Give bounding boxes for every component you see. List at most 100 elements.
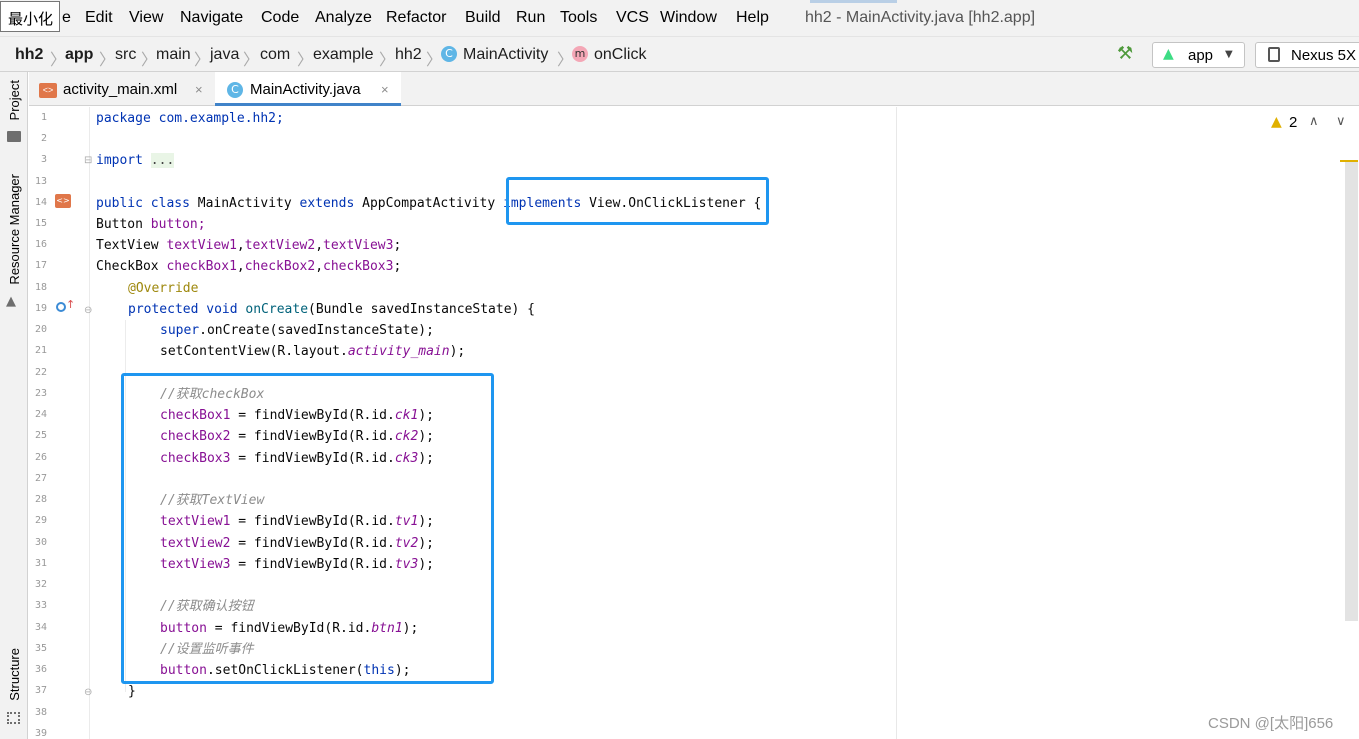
breadcrumb-main[interactable]: main xyxy=(156,46,191,64)
menu-vcs[interactable]: VCS xyxy=(616,9,649,27)
implements-highlight-box xyxy=(506,177,769,225)
close-icon[interactable]: × xyxy=(195,82,203,97)
line-number: 24 xyxy=(34,409,47,420)
line-number: 27 xyxy=(34,473,47,484)
breadcrumb-separator-icon: 〉 xyxy=(297,50,314,69)
line-number: 15 xyxy=(34,218,47,229)
minimize-tooltip: 最小化 xyxy=(0,1,61,32)
layout-file-gutter-icon[interactable]: <> xyxy=(55,194,71,208)
arrow-up-icon: ↑ xyxy=(66,298,76,311)
line-number: 3 xyxy=(40,154,47,165)
structure-tool-button[interactable]: Structure xyxy=(7,648,22,701)
breadcrumb-separator-icon: 〉 xyxy=(50,50,67,69)
menu-help[interactable]: Help xyxy=(736,9,769,27)
line-number: 19 xyxy=(34,303,47,314)
code-line: @Override xyxy=(128,281,199,296)
xml-file-icon: <> xyxy=(39,83,57,98)
resource-manager-icon[interactable]: ▲ xyxy=(6,294,16,309)
code-line: CheckBox checkBox1,checkBox2,checkBox3; xyxy=(96,259,402,274)
code-editor[interactable]: package com.example.hh2; import ... publ… xyxy=(96,107,896,739)
breadcrumb-separator-icon: 〉 xyxy=(557,50,574,69)
resource-manager-tool-button[interactable]: Resource Manager xyxy=(7,174,22,285)
fold-icon[interactable]: ⊖ xyxy=(84,687,92,698)
breadcrumb-example[interactable]: example xyxy=(313,46,373,64)
class-icon: C xyxy=(227,82,243,98)
line-number: 17 xyxy=(34,260,47,271)
tab-label: activity_main.xml xyxy=(63,81,178,98)
code-line: } xyxy=(128,684,136,699)
build-hammer-icon[interactable]: ⚒ xyxy=(1117,43,1133,64)
line-number: 32 xyxy=(34,579,47,590)
fold-icon[interactable]: ⊟ xyxy=(84,155,92,166)
right-margin-line xyxy=(896,107,897,739)
menu-analyze[interactable]: Analyze xyxy=(315,9,372,27)
breadcrumb-separator-icon: 〉 xyxy=(99,50,116,69)
menu-navigate[interactable]: Navigate xyxy=(180,9,243,27)
line-number: 2 xyxy=(40,133,47,144)
method-icon: m xyxy=(572,46,588,62)
breadcrumb-separator-icon: 〉 xyxy=(194,50,211,69)
menu-edit[interactable]: Edit xyxy=(85,9,113,27)
findviewbyid-highlight-box xyxy=(121,373,494,684)
line-number: 26 xyxy=(34,452,47,463)
line-number: 20 xyxy=(34,324,47,335)
tab-activity-main-xml[interactable]: <> activity_main.xml × xyxy=(29,72,214,106)
next-highlight-icon[interactable]: ∨ xyxy=(1336,114,1346,129)
menu-build[interactable]: Build xyxy=(465,9,501,27)
menu-window[interactable]: Window xyxy=(660,9,717,27)
breadcrumb-separator-icon: 〉 xyxy=(379,50,396,69)
tab-label: MainActivity.java xyxy=(250,81,361,98)
line-number: 34 xyxy=(34,622,47,633)
run-config-label: app xyxy=(1188,47,1214,64)
code-line: Button button; xyxy=(96,217,206,232)
folder-icon[interactable] xyxy=(7,131,21,142)
line-number: 37 xyxy=(34,685,47,696)
tab-mainactivity-java[interactable]: C MainActivity.java × xyxy=(215,72,401,106)
title-accent xyxy=(810,0,897,3)
override-gutter-icon[interactable] xyxy=(56,302,66,312)
line-number: 13 xyxy=(34,176,47,187)
breadcrumb-com[interactable]: com xyxy=(260,46,290,64)
line-number: 38 xyxy=(34,707,47,718)
menu-code[interactable]: Code xyxy=(261,9,299,27)
code-line: package com.example.hh2; xyxy=(96,111,284,126)
menu-view[interactable]: View xyxy=(129,9,163,27)
line-number: 30 xyxy=(34,537,47,548)
phone-icon xyxy=(1268,47,1280,62)
structure-icon[interactable] xyxy=(7,712,20,724)
window-title: hh2 - MainActivity.java [hh2.app] xyxy=(805,9,1036,26)
fold-icon[interactable]: ⊖ xyxy=(84,305,92,316)
chevron-down-icon: ▼ xyxy=(1225,49,1233,60)
breadcrumb-project[interactable]: hh2 xyxy=(15,46,43,64)
breadcrumb-java[interactable]: java xyxy=(210,46,239,64)
warning-stripe-marker[interactable] xyxy=(1340,160,1358,162)
class-icon: C xyxy=(441,46,457,62)
breadcrumb-src[interactable]: src xyxy=(115,46,136,64)
editor-scrollbar[interactable] xyxy=(1345,160,1358,621)
code-line: TextView textView1,textView2,textView3; xyxy=(96,238,402,253)
line-number: 36 xyxy=(34,664,47,675)
breadcrumb-hh2-package[interactable]: hh2 xyxy=(395,46,422,64)
run-configuration-select[interactable]: ▲ app ▼ xyxy=(1152,42,1245,68)
close-icon[interactable]: × xyxy=(381,82,389,97)
menu-file-partial[interactable]: e xyxy=(62,9,71,27)
warning-count[interactable]: 2 xyxy=(1289,114,1297,131)
breadcrumb-separator-icon: 〉 xyxy=(141,50,158,69)
menu-run[interactable]: Run xyxy=(516,9,545,27)
menu-tools[interactable]: Tools xyxy=(560,9,597,27)
previous-highlight-icon[interactable]: ∧ xyxy=(1309,114,1319,129)
warning-icon[interactable]: ▲ xyxy=(1271,114,1282,130)
device-select[interactable]: Nexus 5X xyxy=(1255,42,1359,68)
breadcrumb-module[interactable]: app xyxy=(65,46,93,64)
menu-bar: 最小化 e Edit View Navigate Code Analyze Re… xyxy=(0,0,1359,36)
breadcrumb-class[interactable]: MainActivity xyxy=(463,46,548,64)
breadcrumb-method[interactable]: onClick xyxy=(594,46,646,64)
breadcrumb-separator-icon: 〉 xyxy=(243,50,260,69)
line-number: 14 xyxy=(34,197,47,208)
menu-refactor[interactable]: Refactor xyxy=(386,9,446,27)
editor-tab-bar: <> activity_main.xml × C MainActivity.ja… xyxy=(29,72,1359,106)
line-number: 22 xyxy=(34,367,47,378)
project-tool-button[interactable]: Project xyxy=(7,80,22,120)
editor-gutter: 1 2 3 13 14 15 16 17 18 19 20 21 22 23 2… xyxy=(29,107,92,739)
line-number: 25 xyxy=(34,430,47,441)
